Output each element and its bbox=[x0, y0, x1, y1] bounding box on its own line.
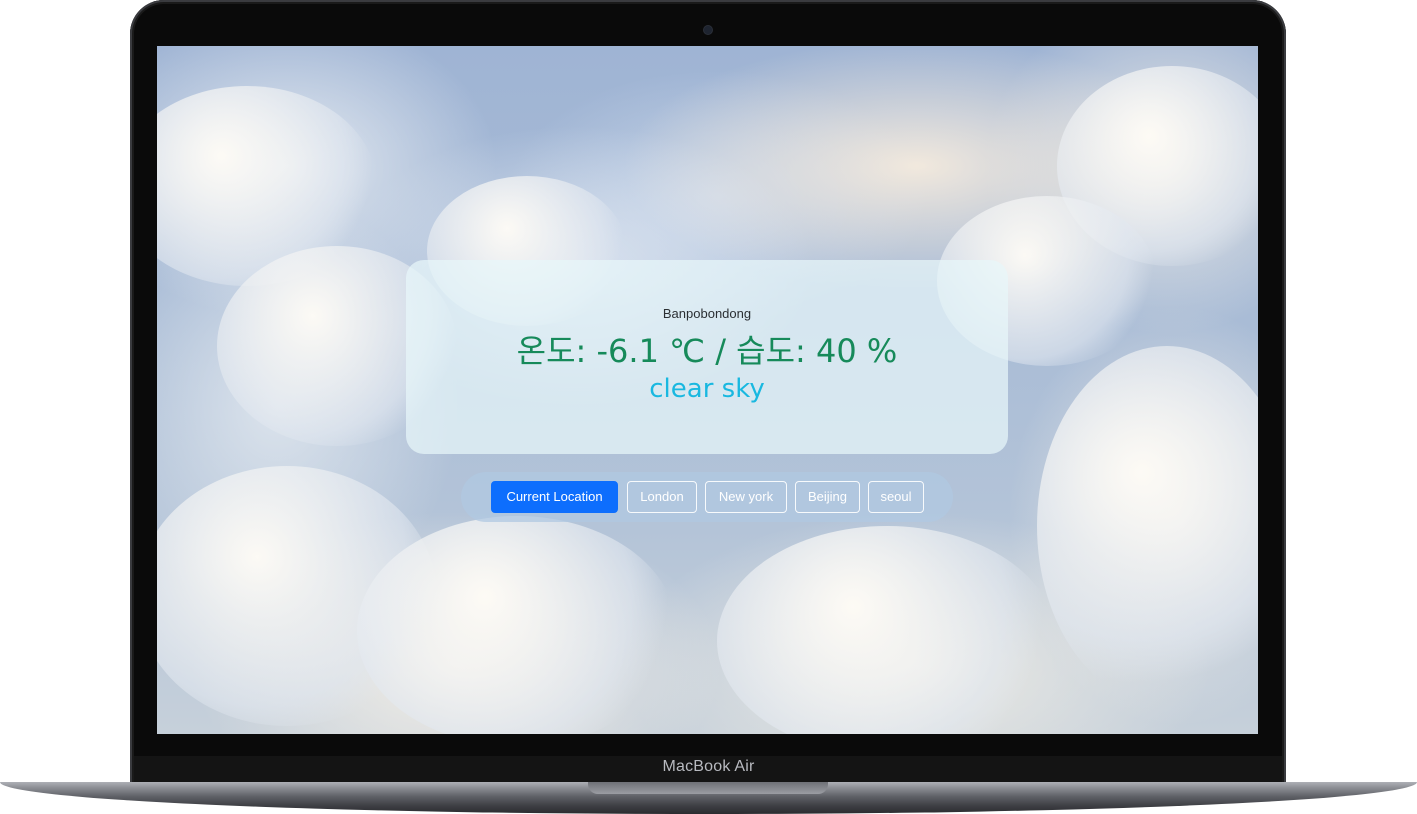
webcam-icon bbox=[704, 26, 712, 34]
device-label: MacBook Air bbox=[662, 758, 755, 775]
beijing-button[interactable]: Beijing bbox=[795, 481, 860, 513]
app-screen: Banpobondong 온도: -6.1 ℃ / 습도: 40 % clear… bbox=[157, 46, 1258, 734]
seoul-button[interactable]: seoul bbox=[868, 481, 924, 513]
current-location-button[interactable]: Current Location bbox=[491, 481, 618, 513]
cloud-puff bbox=[357, 516, 677, 734]
temperature-humidity: 온도: -6.1 ℃ / 습도: 40 % bbox=[516, 332, 898, 370]
location-name: Banpobondong bbox=[662, 306, 752, 321]
city-button-bar: Current Location London New york Beijing… bbox=[461, 472, 953, 522]
london-button[interactable]: London bbox=[627, 481, 697, 513]
weather-card: Banpobondong 온도: -6.1 ℃ / 습도: 40 % clear… bbox=[406, 260, 1008, 454]
weather-description: clear sky bbox=[649, 374, 765, 404]
laptop-mockup: Banpobondong 온도: -6.1 ℃ / 습도: 40 % clear… bbox=[0, 0, 1417, 814]
laptop-hinge-notch bbox=[588, 782, 828, 794]
new-york-button[interactable]: New york bbox=[705, 481, 787, 513]
